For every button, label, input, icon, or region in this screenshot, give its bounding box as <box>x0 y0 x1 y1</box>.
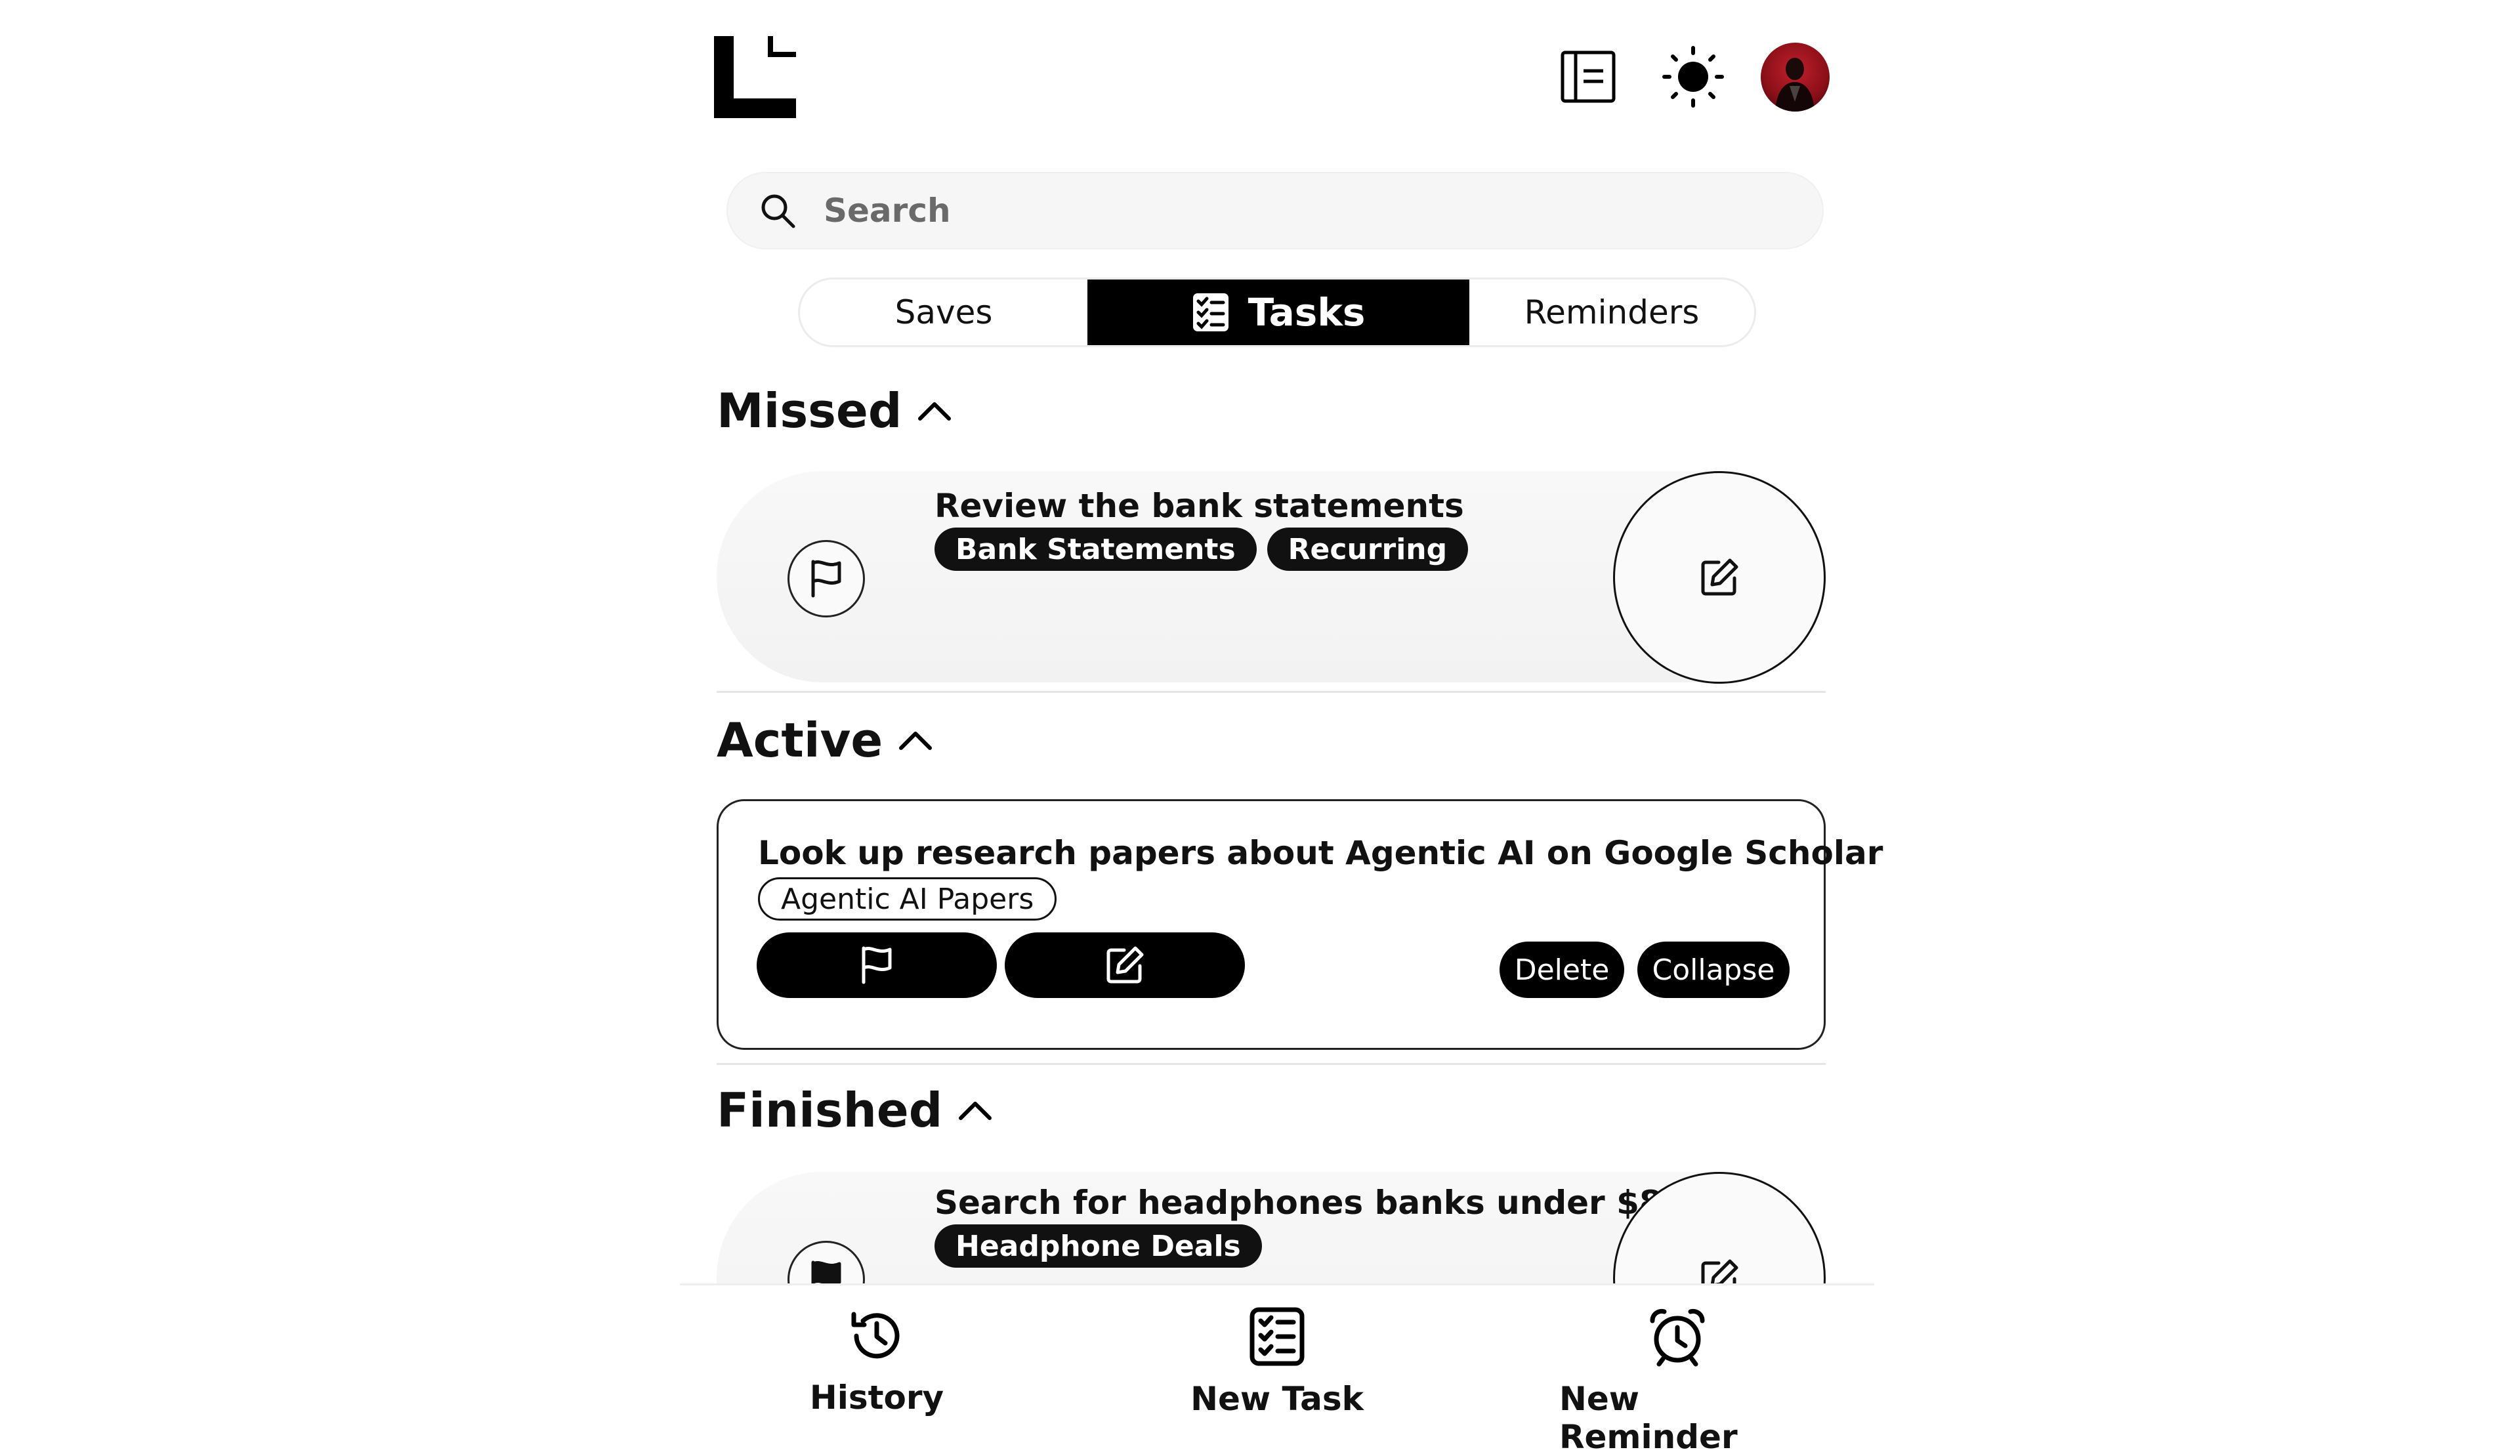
tag-list: Bank Statements Recurring <box>934 528 1469 571</box>
nav-new-task[interactable]: New Task <box>1159 1306 1395 1418</box>
search-icon <box>761 194 795 228</box>
app-root: Saves Tasks Reminders Missed Revie <box>0 0 2520 1456</box>
checklist-icon <box>1192 293 1228 331</box>
section-title: Missed <box>717 383 902 438</box>
user-avatar[interactable] <box>1761 43 1830 112</box>
flag-button[interactable] <box>757 932 997 998</box>
history-icon <box>851 1312 900 1359</box>
task-title: Look up research papers about Agentic AI… <box>758 834 1883 872</box>
search-input[interactable] <box>822 191 1744 230</box>
section-title: Active <box>717 713 883 768</box>
nav-label: New Reminder <box>1559 1380 1738 1456</box>
tag-chip[interactable]: Headphone Deals <box>934 1224 1262 1268</box>
chevron-up-icon <box>918 402 952 421</box>
sun-icon[interactable] <box>1657 41 1729 113</box>
section-header-finished[interactable]: Finished <box>717 1083 994 1138</box>
search-bar[interactable] <box>726 172 1824 249</box>
tag-list: Agentic AI Papers <box>758 877 1057 921</box>
tab-reminders[interactable]: Reminders <box>1469 280 1754 345</box>
chevron-up-icon <box>959 1102 992 1120</box>
task-card-missed[interactable]: Review the bank statements Bank Statemen… <box>717 471 1826 684</box>
section-divider <box>717 691 1826 693</box>
corner-logo-icon[interactable] <box>714 36 796 118</box>
edit-icon <box>1106 946 1144 984</box>
bottom-nav: History New Task New Reminder <box>680 1283 1874 1456</box>
nav-history[interactable]: History <box>759 1306 995 1417</box>
tab-saves[interactable]: Saves <box>800 280 1087 345</box>
edit-button[interactable] <box>1613 471 1826 684</box>
collapse-button[interactable]: Collapse <box>1637 942 1790 998</box>
tab-label: Reminders <box>1524 293 1700 331</box>
nav-label: New Task <box>1190 1380 1364 1418</box>
nav-new-reminder[interactable]: New Reminder <box>1559 1306 1796 1456</box>
tag-chip[interactable]: Recurring <box>1267 528 1469 571</box>
tab-bar: Saves Tasks Reminders <box>800 280 1754 345</box>
alarm-clock-icon <box>1650 1308 1705 1367</box>
task-title: Search for headphones banks under $80 <box>934 1184 1685 1222</box>
task-title: Review the bank statements <box>934 487 1464 525</box>
tab-label: Tasks <box>1248 290 1366 335</box>
notes-icon[interactable] <box>1552 41 1624 113</box>
tag-list: Headphone Deals <box>934 1224 1262 1268</box>
tab-label: Saves <box>894 293 993 331</box>
task-card-active-expanded: Look up research papers about Agentic AI… <box>717 799 1883 1050</box>
section-title: Finished <box>717 1083 943 1138</box>
nav-label: History <box>809 1379 944 1417</box>
flag-icon <box>862 946 892 984</box>
tag-chip[interactable]: Bank Statements <box>934 528 1257 571</box>
delete-button[interactable]: Delete <box>1500 942 1624 998</box>
new-task-icon <box>1250 1307 1305 1366</box>
edit-button[interactable] <box>1005 932 1245 998</box>
section-divider <box>717 1063 1826 1065</box>
flag-icon <box>811 560 841 598</box>
section-header-missed[interactable]: Missed <box>717 383 953 438</box>
flag-button[interactable] <box>788 540 865 617</box>
tag-chip[interactable]: Agentic AI Papers <box>758 877 1057 921</box>
edit-icon <box>1701 558 1738 596</box>
tab-tasks[interactable]: Tasks <box>1087 280 1469 345</box>
chevron-up-icon <box>899 732 933 750</box>
section-header-active[interactable]: Active <box>717 713 934 768</box>
